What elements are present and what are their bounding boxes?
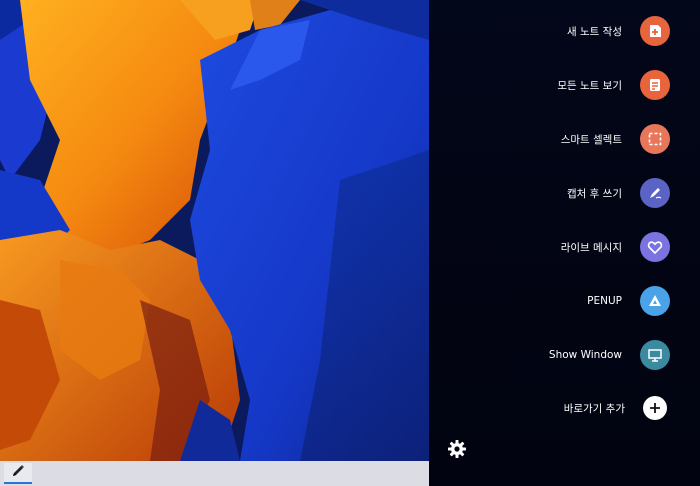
wallpaper <box>0 0 429 461</box>
menu-label: PENUP <box>587 295 622 307</box>
pen-button[interactable] <box>4 463 32 484</box>
screen: 새 노트 작성 모든 노트 보기 스마트 셀렉트 캡처 후 쓰기 라이브 메시지… <box>0 0 700 486</box>
menu-item-new-note[interactable]: 새 노트 작성 <box>567 15 670 47</box>
menu-item-penup[interactable]: PENUP <box>587 285 670 317</box>
menu-label: 스마트 셀렉트 <box>560 133 622 146</box>
view-notes-icon <box>640 70 670 100</box>
menu-item-screen-write[interactable]: 캡처 후 쓰기 <box>567 177 670 209</box>
menu-label: 모든 노트 보기 <box>557 79 622 92</box>
pen-icon <box>10 463 26 483</box>
menu-item-smart-select[interactable]: 스마트 셀렉트 <box>561 123 670 155</box>
wallpaper-art <box>0 0 429 461</box>
settings-icon <box>447 439 467 463</box>
menu-label: 캡처 후 쓰기 <box>567 187 622 200</box>
add-shortcut-icon <box>643 396 667 420</box>
menu-label: 바로가기 추가 <box>563 402 625 415</box>
menu-item-show-window[interactable]: Show Window <box>549 339 670 371</box>
smart-select-icon <box>640 124 670 154</box>
menu-label: Show Window <box>548 349 622 361</box>
settings-button[interactable] <box>446 440 468 462</box>
menu-label: 새 노트 작성 <box>567 25 622 38</box>
menu-item-live-message[interactable]: 라이브 메시지 <box>561 231 670 263</box>
menu-label: 라이브 메시지 <box>560 241 622 254</box>
new-note-icon <box>640 16 670 46</box>
show-window-icon <box>640 340 670 370</box>
menu-item-add-shortcut[interactable]: 바로가기 추가 <box>564 392 670 424</box>
taskbar <box>0 461 429 486</box>
screen-write-icon <box>640 178 670 208</box>
penup-icon <box>640 286 670 316</box>
live-message-icon <box>640 232 670 262</box>
menu-item-view-notes[interactable]: 모든 노트 보기 <box>557 69 670 101</box>
